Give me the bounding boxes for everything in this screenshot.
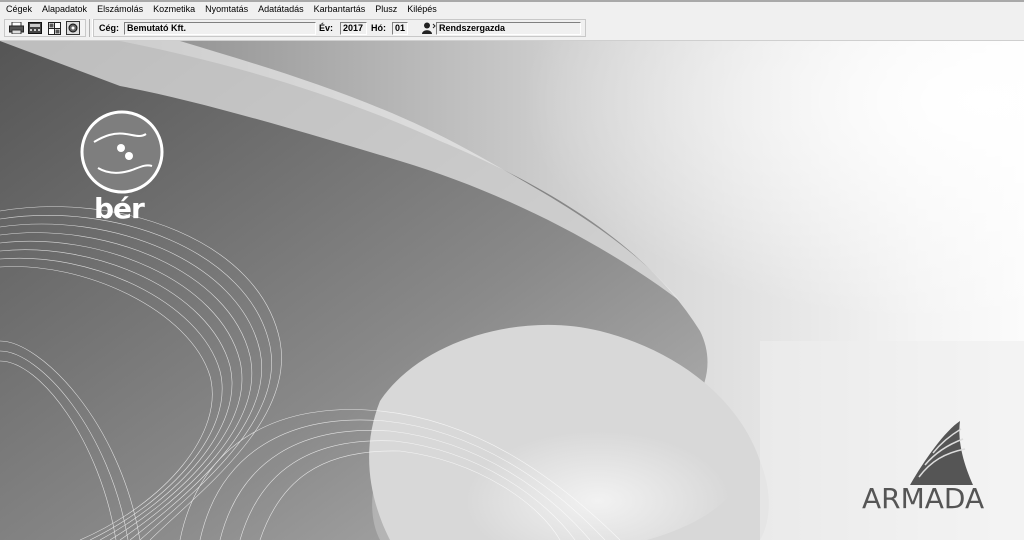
month-label: Hó: (371, 23, 386, 33)
printer-icon (8, 22, 24, 34)
user-icon (422, 22, 436, 34)
calculator-icon (28, 22, 42, 34)
company-field[interactable]: Bemutató Kft. (124, 22, 316, 35)
desktop-background: bér ARMADA (0, 41, 1024, 540)
year-label: Év: (319, 23, 334, 33)
grid-icon (47, 21, 61, 35)
settings-button[interactable] (65, 21, 81, 35)
year-field[interactable]: 2017 (340, 22, 367, 35)
calculator-button[interactable] (27, 21, 43, 35)
company-label: Cég: (99, 23, 119, 33)
toolbar-button-group (4, 19, 86, 37)
menu-karbantartas[interactable]: Karbantartás (309, 2, 371, 17)
table-button[interactable] (46, 21, 62, 35)
menu-plusz[interactable]: Plusz (370, 2, 402, 17)
menu-kilepes[interactable]: Kilépés (402, 2, 442, 17)
settings-icon (66, 21, 80, 35)
status-info-panel: Cég: Bemutató Kft. Év: 2017 Hó: 01 Rends… (93, 19, 586, 37)
product-name: bér (94, 192, 145, 225)
user-field[interactable]: Rendszergazda (436, 22, 581, 35)
month-field[interactable]: 01 (392, 22, 408, 35)
menu-nyomtatas[interactable]: Nyomtatás (200, 2, 253, 17)
menu-alapadatok[interactable]: Alapadatok (37, 2, 92, 17)
menu-adatatadas[interactable]: Adatátadás (253, 2, 309, 17)
armada-sail-logo-icon (910, 421, 973, 485)
menu-elszamolas[interactable]: Elszámolás (92, 2, 148, 17)
ber-hands-logo-icon (80, 110, 164, 194)
menu-kozmetika[interactable]: Kozmetika (148, 2, 200, 17)
print-button[interactable] (8, 21, 24, 35)
menu-bar: Cégek Alapadatok Elszámolás Kozmetika Ny… (0, 2, 1024, 17)
toolbar: Cég: Bemutató Kft. Év: 2017 Hó: 01 Rends… (0, 17, 1024, 41)
vendor-logo-text: ARMADA (862, 482, 985, 515)
menu-cegek[interactable]: Cégek (0, 2, 37, 17)
